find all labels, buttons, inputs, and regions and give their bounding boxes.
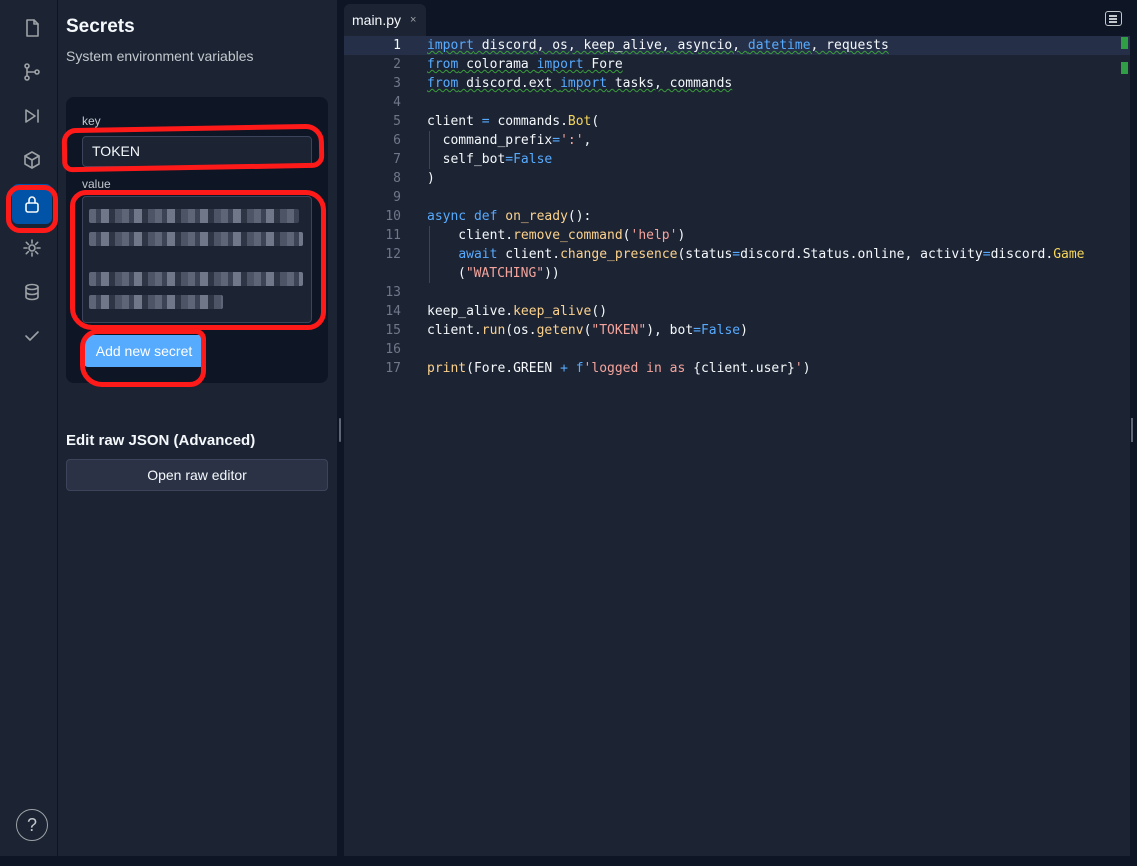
line-number: 17 (385, 361, 401, 376)
code-text: self_bot=False (427, 152, 553, 167)
red-annotation-key (61, 123, 325, 173)
code-text: client.remove_command('help') (427, 228, 686, 243)
line-number: 3 (393, 76, 401, 91)
line-number: 14 (385, 304, 401, 319)
code-line: 17 print(Fore.GREEN + f'logged in as {cli… (344, 359, 1130, 378)
replit-workspace: ? Secrets System environment variables k… (0, 0, 1137, 866)
database-icon (25, 283, 39, 301)
tab-label: main.py (352, 12, 402, 28)
git-tool-button[interactable] (12, 52, 52, 92)
line-number: 9 (393, 190, 401, 205)
code-line: 7 self_bot=False (344, 150, 1130, 169)
code-line: 4 (344, 93, 1130, 112)
checks-tool-button[interactable] (12, 316, 52, 356)
code-line: 13 (344, 283, 1130, 302)
tab-main-py[interactable]: main.py × (344, 4, 426, 36)
line-number: 12 (385, 247, 401, 262)
code-line: 11 client.remove_command('help') (344, 226, 1130, 245)
package-cube-icon (24, 151, 40, 169)
code-text: import discord, os, keep_alive, asyncio,… (427, 38, 889, 53)
line-number: 1 (393, 38, 401, 53)
run-step-icon (25, 109, 39, 123)
value-label: value (82, 177, 111, 191)
code-text: client.run(os.getenv("TOKEN"), bot=False… (427, 323, 748, 338)
raw-json-heading: Edit raw JSON (Advanced) (66, 432, 256, 449)
code-line: 2 from colorama import Fore (344, 55, 1130, 74)
editor-tab-bar: main.py × (344, 0, 1130, 36)
code-text: keep_alive.keep_alive() (427, 304, 608, 319)
line-number: 7 (393, 152, 401, 167)
line-number: 15 (385, 323, 401, 338)
line-number: 10 (385, 209, 401, 224)
red-annotation-value (70, 190, 326, 330)
code-line: 1 import discord, os, keep_alive, asyncio… (344, 36, 1130, 55)
pane-title: Secrets (66, 16, 135, 37)
file-icon (26, 19, 39, 37)
code-line: 14 keep_alive.keep_alive() (344, 302, 1130, 321)
code-text: from colorama import Fore (427, 57, 623, 72)
run-tool-button[interactable] (12, 96, 52, 136)
line-number: 6 (393, 133, 401, 148)
code-line: 16 (344, 340, 1130, 359)
checkmark-icon (25, 331, 39, 341)
pane-resize-handle[interactable] (339, 418, 341, 442)
code-line: 5 client = commands.Bot( (344, 112, 1130, 131)
line-number: 2 (393, 57, 401, 72)
code-line: ("WATCHING")) (344, 264, 1130, 283)
line-number: 5 (393, 114, 401, 129)
editor-resize-handle[interactable] (1131, 418, 1133, 442)
code-line: 9 (344, 188, 1130, 207)
code-line: 3 from discord.ext import tasks, commands (344, 74, 1130, 93)
git-branch-icon (24, 63, 40, 81)
code-lines: 1 import discord, os, keep_alive, asyncio… (344, 36, 1130, 378)
line-number: 11 (385, 228, 401, 243)
code-line: 15 client.run(os.getenv("TOKEN"), bot=Fal… (344, 321, 1130, 340)
code-text: print(Fore.GREEN + f'logged in as {clien… (427, 361, 811, 376)
key-label: key (82, 114, 101, 128)
code-line: 12 await client.change_presence(status=d… (344, 245, 1130, 264)
open-raw-editor-button[interactable]: Open raw editor (66, 459, 328, 491)
code-line: 8) (344, 169, 1130, 188)
tool-rail: ? (0, 0, 58, 866)
gear-icon (23, 239, 41, 257)
database-tool-button[interactable] (12, 272, 52, 312)
code-line: 10 async def on_ready(): (344, 207, 1130, 226)
settings-tool-button[interactable] (12, 228, 52, 268)
packages-tool-button[interactable] (12, 140, 52, 180)
outline-icon[interactable] (1105, 11, 1122, 26)
scrollbar-change-marker (1121, 62, 1128, 74)
line-number: 13 (385, 285, 401, 300)
pane-subtitle: System environment variables (66, 48, 254, 64)
scrollbar-change-marker (1121, 37, 1128, 49)
help-button[interactable]: ? (16, 809, 48, 841)
code-text: from discord.ext import tasks, commands (427, 76, 733, 91)
code-text: async def on_ready(): (427, 209, 592, 224)
line-number: 8 (393, 171, 401, 186)
code-line: 6 command_prefix=':', (344, 131, 1130, 150)
code-text: client = commands.Bot( (427, 114, 600, 129)
code-editor[interactable]: main.py × 1 import discord, os, keep_aliv… (344, 0, 1130, 856)
files-tool-button[interactable] (12, 8, 52, 48)
close-icon[interactable]: × (410, 14, 416, 26)
bottom-edge (0, 856, 1137, 866)
code-text: ) (427, 171, 435, 186)
line-number: 16 (385, 342, 401, 357)
line-number: 4 (393, 95, 401, 110)
code-text: await client.change_presence(status=disc… (458, 247, 1085, 262)
red-annotation-secrets (6, 185, 58, 233)
code-text: ("WATCHING")) (458, 266, 560, 281)
code-text: command_prefix=':', (427, 133, 592, 148)
red-annotation-add-button (80, 329, 206, 387)
